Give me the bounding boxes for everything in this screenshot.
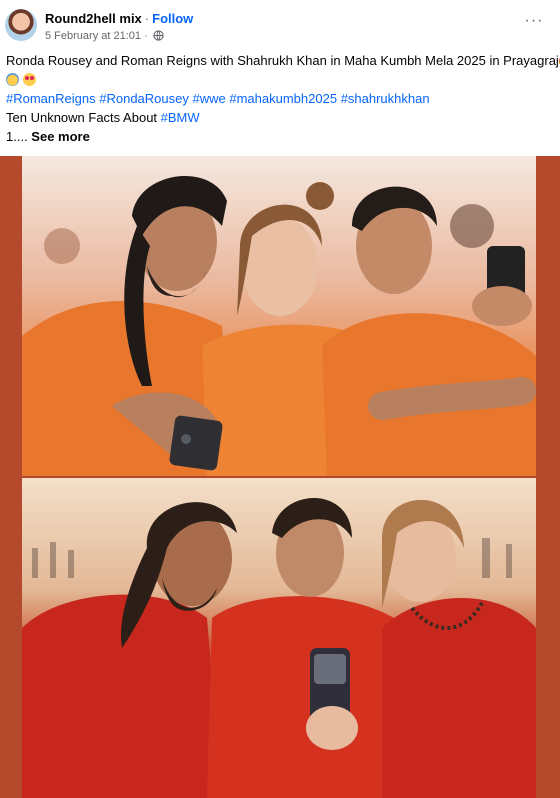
post-timestamp[interactable]: 5 February at 21:01 (45, 30, 141, 42)
author-name[interactable]: Round2hell mix (45, 11, 142, 26)
post-text-line-5: 1.... See more (6, 129, 90, 144)
post-meta: 5 February at 21:01 · (45, 30, 164, 45)
follow-button[interactable]: Follow (152, 11, 193, 26)
see-more-button[interactable]: See more (31, 129, 90, 144)
post-text-line-4: Ten Unknown Facts About #BMW (6, 110, 200, 125)
hashtag-link[interactable]: #RomanReigns (6, 91, 96, 106)
hashtag-link[interactable]: #mahakumbh2025 (229, 91, 337, 106)
scream-emoji (6, 73, 19, 86)
post-media (0, 156, 560, 798)
post-photo-2[interactable] (22, 478, 536, 798)
globe-icon (153, 30, 164, 45)
hashtag-link[interactable]: #shahrukhkhan (341, 91, 430, 106)
hashtag-link[interactable]: #RondaRousey (99, 91, 189, 106)
meta-separator: · (144, 30, 148, 42)
post-photo-1[interactable] (22, 156, 536, 476)
hashtag-line: #RomanReigns #RondaRousey #wwe #mahakumb… (6, 89, 551, 108)
page-avatar[interactable] (5, 9, 37, 41)
post-text-line-2 (6, 70, 551, 89)
hashtag-link[interactable]: #BMW (161, 110, 200, 125)
hashtag-link[interactable]: #wwe (192, 91, 225, 106)
heart-eyes-emoji (22, 73, 36, 86)
selfie-saffron-illustration (22, 175, 536, 476)
selfie-red-illustration (22, 498, 536, 798)
post-text: Ronda Rousey and Roman Reigns with Shahr… (6, 51, 560, 146)
post-text-line-1: Ronda Rousey and Roman Reigns with Shahr… (6, 51, 560, 70)
post-header: Round2hell mix · Follow 5 February at 21:0… (0, 0, 560, 48)
author-line: Round2hell mix · Follow (45, 11, 193, 27)
header-separator: · (144, 11, 150, 26)
more-options-icon[interactable]: ··· (524, 13, 544, 34)
